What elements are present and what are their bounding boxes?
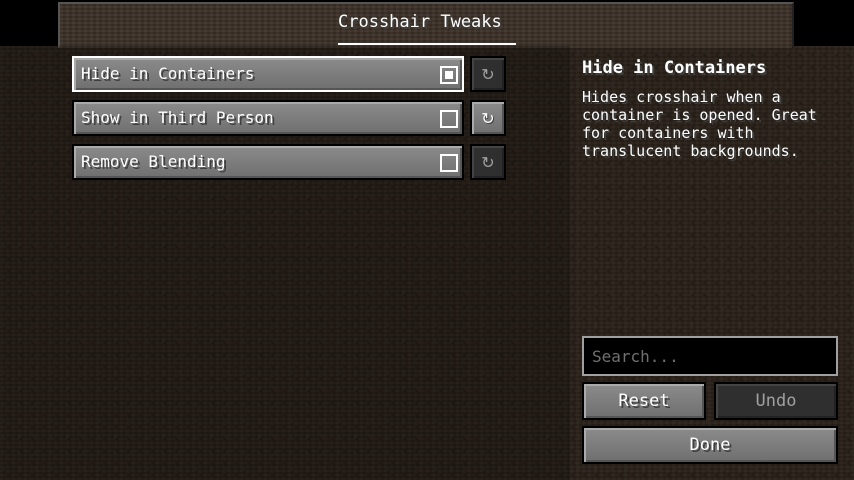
- description-text: Hides crosshair when a container is open…: [582, 88, 817, 160]
- active-tab-underline: [338, 43, 516, 45]
- option-show-in-third-person-button[interactable]: Show in Third Person: [72, 100, 464, 136]
- option-label: Remove Blending: [81, 152, 226, 171]
- option-row-show-in-third-person: Show in Third Person ↻: [72, 100, 508, 136]
- reset-option-button[interactable]: ↻: [470, 56, 506, 92]
- option-label: Show in Third Person: [81, 108, 274, 127]
- undo-button[interactable]: Undo: [714, 382, 838, 420]
- option-row-remove-blending: Remove Blending ↻: [72, 144, 508, 180]
- reset-arrow-icon: ↻: [481, 109, 495, 128]
- reset-option-button[interactable]: ↻: [470, 144, 506, 180]
- checkbox-unchecked-icon[interactable]: [440, 154, 458, 172]
- config-screen: Crosshair Tweaks Hide in Containers ↻ Sh…: [0, 0, 854, 480]
- reset-arrow-icon: ↻: [481, 153, 495, 172]
- option-row-hide-in-containers: Hide in Containers ↻: [72, 56, 508, 92]
- checkbox-unchecked-icon[interactable]: [440, 110, 458, 128]
- checkbox-fill: [445, 71, 453, 79]
- description-title: Hide in Containers: [582, 58, 767, 78]
- done-button[interactable]: Done: [582, 426, 838, 464]
- reset-arrow-icon: ↻: [481, 65, 495, 84]
- reset-button[interactable]: Reset: [582, 382, 706, 420]
- search-input[interactable]: [582, 336, 838, 376]
- option-remove-blending-button[interactable]: Remove Blending: [72, 144, 464, 180]
- checkbox-checked-icon[interactable]: [440, 66, 458, 84]
- reset-option-button[interactable]: ↻: [470, 100, 506, 136]
- page-title[interactable]: Crosshair Tweaks: [338, 12, 502, 32]
- option-label: Hide in Containers: [81, 64, 255, 83]
- option-hide-in-containers-button[interactable]: Hide in Containers: [72, 56, 464, 92]
